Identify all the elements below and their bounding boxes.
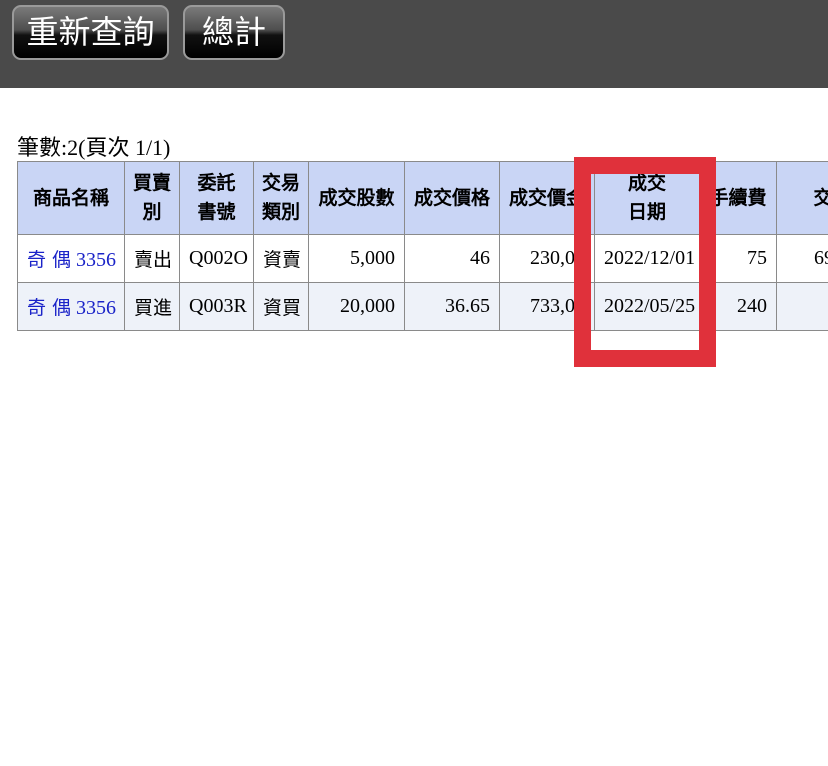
cell-product-name[interactable]: 奇 偶 3356 [17,234,125,283]
cell-date: 2022/05/25 [594,282,700,331]
trade-table: 商品名稱 買賣別 委託 書號 交易 類別 成交股數 成交價格 成交價金 成交 日期 手… [17,161,828,331]
cell-side: 賣出 [124,234,180,283]
col-header-shares: 成交股數 [308,161,405,235]
cell-fee: 240 [699,282,777,331]
col-header-tax: 交易稅 [776,161,828,235]
cell-price: 46 [404,234,500,283]
cell-amount: 733,00 [499,282,595,331]
col-header-date: 成交 日期 [594,161,700,235]
total-button[interactable]: 總計 [183,5,285,60]
cell-amount: 230,00 [499,234,595,283]
col-header-side: 買賣別 [124,161,180,235]
record-count: 筆數:2(頁次 1/1) [17,135,171,160]
table-row: 奇 偶 3356 賣出 Q002O 資賣 5,000 46 230,00 202… [17,234,828,283]
col-header-price: 成交價格 [404,161,500,235]
cell-trade-type: 資買 [253,282,309,331]
cell-tax: 69 [776,234,828,283]
cell-shares: 20,000 [308,282,405,331]
cell-price: 36.65 [404,282,500,331]
cell-shares: 5,000 [308,234,405,283]
cell-order-no: Q003R [179,282,254,331]
product-link[interactable]: 奇 偶 3356 [27,249,116,271]
cell-date: 2022/12/01 [594,234,700,283]
table-header-row: 商品名稱 買賣別 委託 書號 交易 類別 成交股數 成交價格 成交價金 成交 日期 手… [17,161,828,235]
col-header-fee: 手續費 [699,161,777,235]
cell-order-no: Q002O [179,234,254,283]
cell-trade-type: 資賣 [253,234,309,283]
requery-button[interactable]: 重新查詢 [12,5,169,60]
table-row: 奇 偶 3356 買進 Q003R 資買 20,000 36.65 733,00… [17,282,828,331]
col-header-trade-type: 交易 類別 [253,161,309,235]
cell-tax [776,282,828,331]
col-header-amount: 成交價金 [499,161,595,235]
trade-table-wrapper[interactable]: 商品名稱 買賣別 委託 書號 交易 類別 成交股數 成交價格 成交價金 成交 日期 手… [17,161,828,333]
product-link[interactable]: 奇 偶 3356 [27,297,116,319]
cell-fee: 75 [699,234,777,283]
col-header-order-no: 委託 書號 [179,161,254,235]
col-header-product-name: 商品名稱 [17,161,125,235]
cell-product-name[interactable]: 奇 偶 3356 [17,282,125,331]
top-toolbar: 重新查詢 總計 [0,0,828,88]
cell-side: 買進 [124,282,180,331]
